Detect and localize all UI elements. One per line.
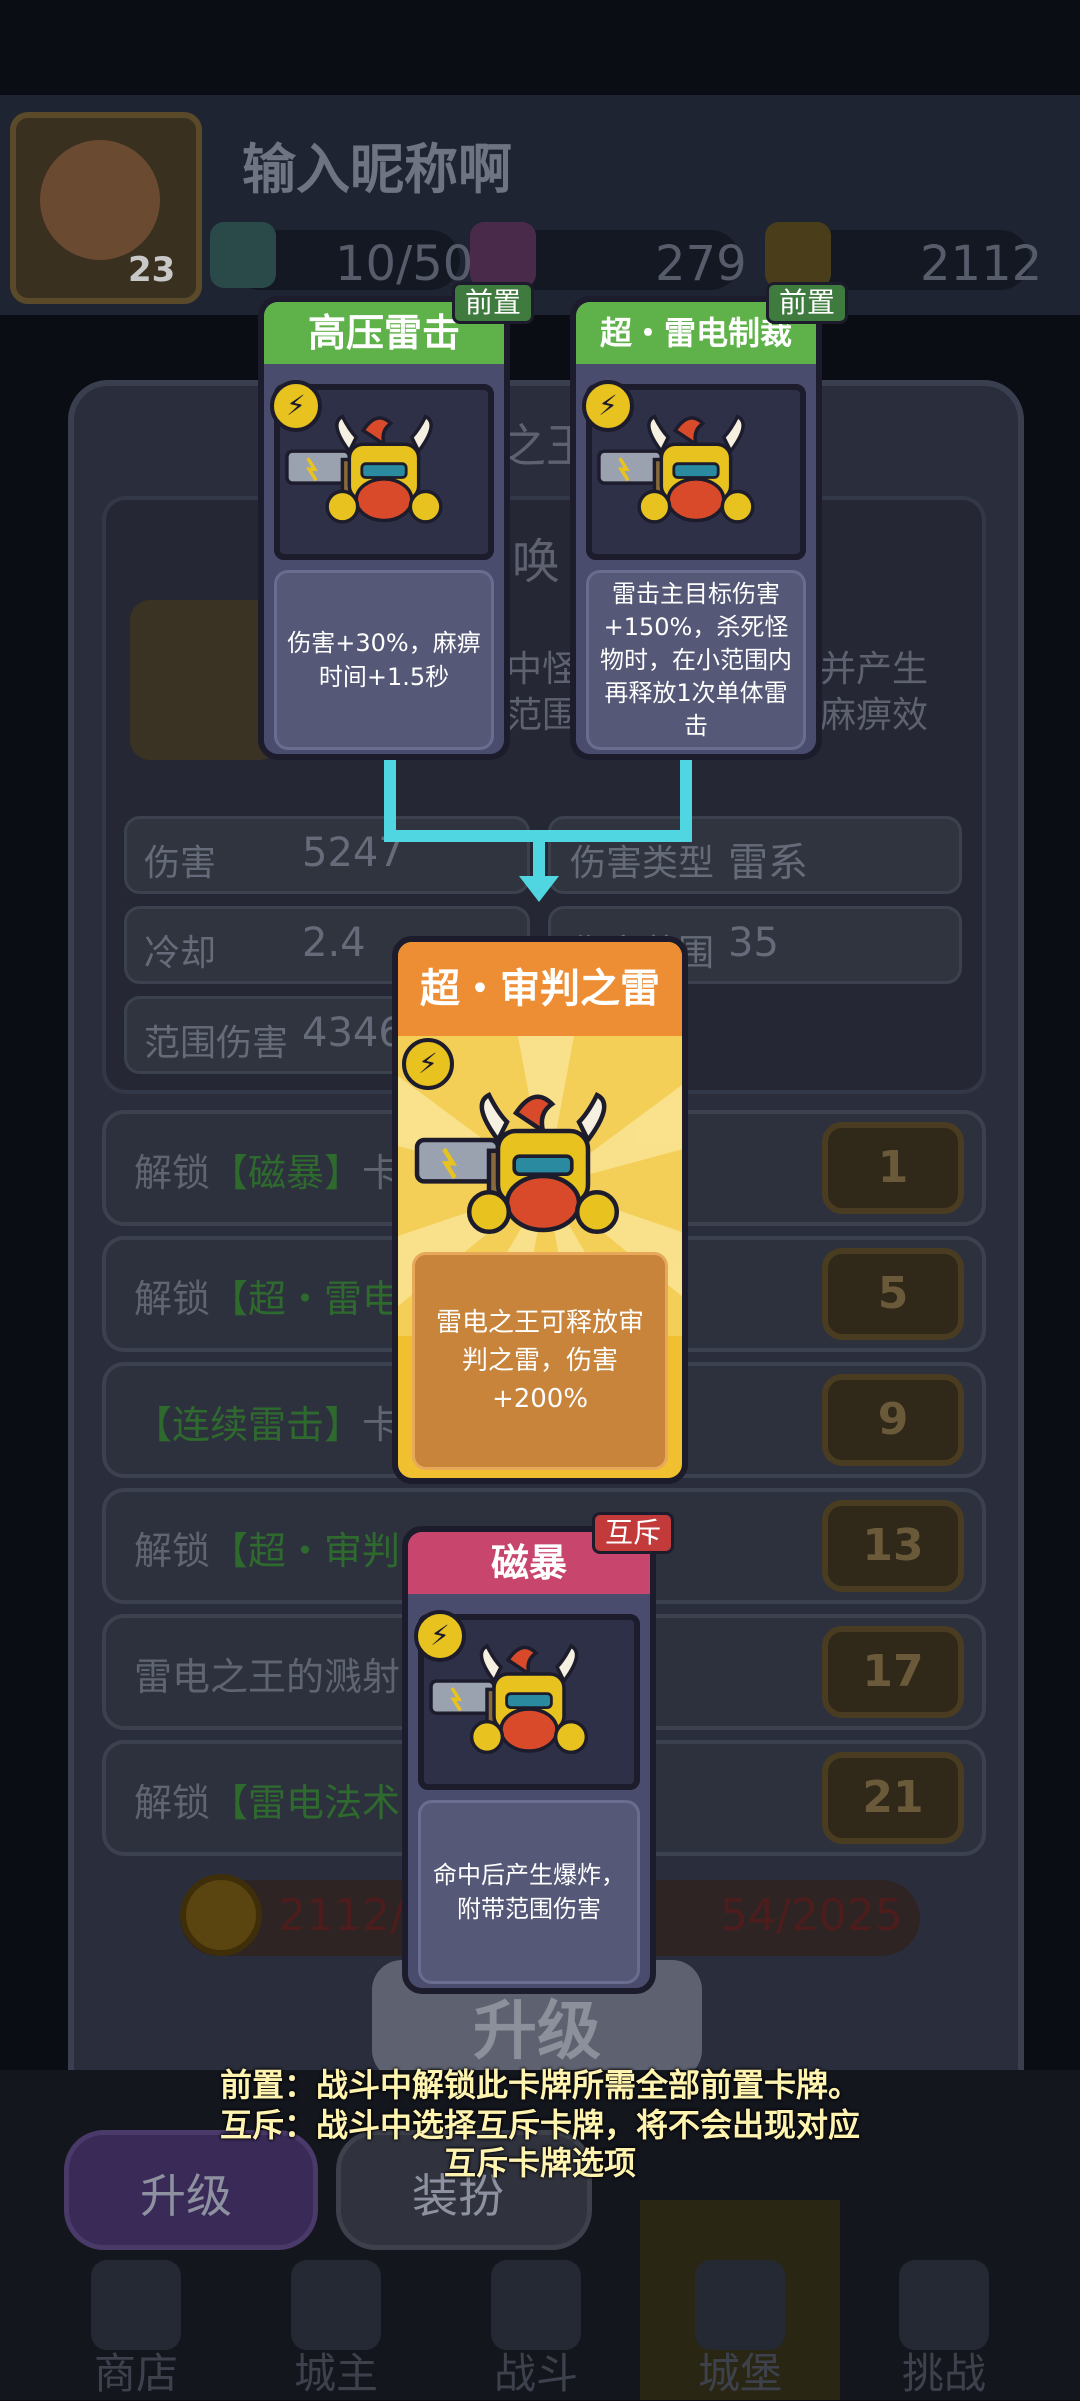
prereq-card-2[interactable]: 超・雷电制裁 ⚡ 雷击主目标伤害+150%，杀死怪物时，在小范围内再释放1次单体… [570, 296, 822, 760]
nav-battle[interactable]: 战斗 [456, 2240, 616, 2398]
unlock-level-badge: 13 [822, 1500, 964, 1592]
nav-castle[interactable]: 城堡 [660, 2240, 820, 2398]
prereq-card-1-desc: 伤害+30%，麻痹时间+1.5秒 [274, 570, 494, 750]
desc-fragment-1: 中怪 [506, 649, 579, 690]
connector-line [384, 760, 396, 838]
swords-icon [491, 2260, 581, 2350]
stat-aoe-label: 范围伤害 [144, 1023, 289, 1064]
nav-shop[interactable]: 商店 [56, 2240, 216, 2398]
lightning-bolt-icon: ⚡ [414, 1610, 466, 1662]
result-card-title: 超・审判之雷 [398, 942, 682, 1036]
lightning-bolt-icon: ⚡ [270, 380, 322, 432]
unlock-row-text: 解锁【超・审判 [134, 1529, 401, 1573]
lightning-bolt-icon: ⚡ [402, 1038, 454, 1090]
nav-challenge-label: 挑战 [901, 2349, 986, 2398]
stat-aoe-value: 4346 [302, 1010, 404, 1056]
desc-fragment-2: 范围 [506, 695, 579, 736]
connector-line [680, 760, 692, 838]
unlock-level-badge: 21 [822, 1752, 964, 1844]
unlock-level-badge: 5 [822, 1248, 964, 1340]
nav-shop-label: 商店 [93, 2349, 178, 2398]
prereq-card-1[interactable]: 高压雷击 ⚡ 伤害+30%，麻痹时间+1.5秒 [258, 296, 510, 760]
unlock-level-badge: 9 [822, 1374, 964, 1466]
result-card[interactable]: 超・审判之雷 ⚡ 雷电之王可释放审判之雷，伤害+200% [392, 936, 688, 1484]
coin-icon [180, 1874, 262, 1956]
unlock-row-text: 【连续雷击】卡 [134, 1403, 401, 1447]
cost-shards: 54/2025 [720, 1890, 903, 1941]
exclusive-tag: 互斥 [592, 1512, 675, 1554]
prereq-card-2-desc: 雷击主目标伤害+150%，杀死怪物时，在小范围内再释放1次单体雷击 [586, 570, 806, 750]
prereq-tag: 前置 [766, 282, 849, 324]
gem-icon[interactable] [470, 222, 536, 288]
nav-battle-label: 战斗 [493, 2349, 578, 2398]
stat-damage-type-value: 雷系 [728, 840, 808, 886]
coin-icon[interactable] [765, 222, 831, 288]
shop-icon [91, 2260, 181, 2350]
energy-value: 10/50 [335, 236, 474, 292]
footnote-exclusive-cont: 互斥卡牌选项 [443, 2144, 636, 2182]
prereq-tag: 前置 [452, 282, 535, 324]
crown-icon [291, 2260, 381, 2350]
exclusive-card[interactable]: 磁暴 ⚡ 命中后产生爆炸，附带范围伤害 [402, 1526, 656, 1994]
connector-line [533, 836, 545, 880]
lightning-bolt-icon: ⚡ [582, 380, 634, 432]
nav-challenge[interactable]: 挑战 [864, 2240, 1024, 2398]
unlock-level-badge: 17 [822, 1626, 964, 1718]
stat-cooldown-value: 2.4 [302, 920, 366, 966]
nav-lord-label: 城主 [293, 2349, 378, 2398]
castle-icon [695, 2260, 785, 2350]
thunder-lord-icon [408, 1072, 678, 1262]
nickname-input[interactable]: 输入昵称啊 [242, 125, 512, 204]
nav-lord[interactable]: 城主 [256, 2240, 416, 2398]
avatar-face-icon [40, 140, 160, 260]
coins-value: 2112 [920, 236, 1043, 292]
player-level: 23 [128, 250, 176, 290]
stat-damage-label: 伤害 [144, 843, 217, 884]
unlock-row-text: 解锁【超・雷电 [134, 1277, 401, 1321]
nav-castle-label: 城堡 [697, 2349, 782, 2398]
panel-subtitle: 唤 [512, 534, 561, 590]
unlock-level-badge: 1 [822, 1122, 964, 1214]
unlock-row-text: 解锁【雷电法术 [134, 1781, 401, 1825]
desc-fragment-4: 麻痹效 [820, 695, 929, 736]
result-card-desc: 雷电之王可释放审判之雷，伤害+200% [412, 1252, 668, 1470]
challenge-icon [899, 2260, 989, 2350]
arrow-down-icon [519, 876, 559, 902]
energy-bolt-icon[interactable] [210, 222, 276, 288]
stat-cooldown-label: 冷却 [144, 933, 217, 974]
gems-value: 279 [655, 236, 747, 292]
desc-fragment-3: 并产生 [820, 649, 929, 690]
unlock-row-text: 解锁【磁暴】卡 [134, 1151, 401, 1195]
stat-range-value: 35 [728, 920, 779, 966]
exclusive-card-desc: 命中后产生爆炸，附带范围伤害 [418, 1800, 640, 1984]
